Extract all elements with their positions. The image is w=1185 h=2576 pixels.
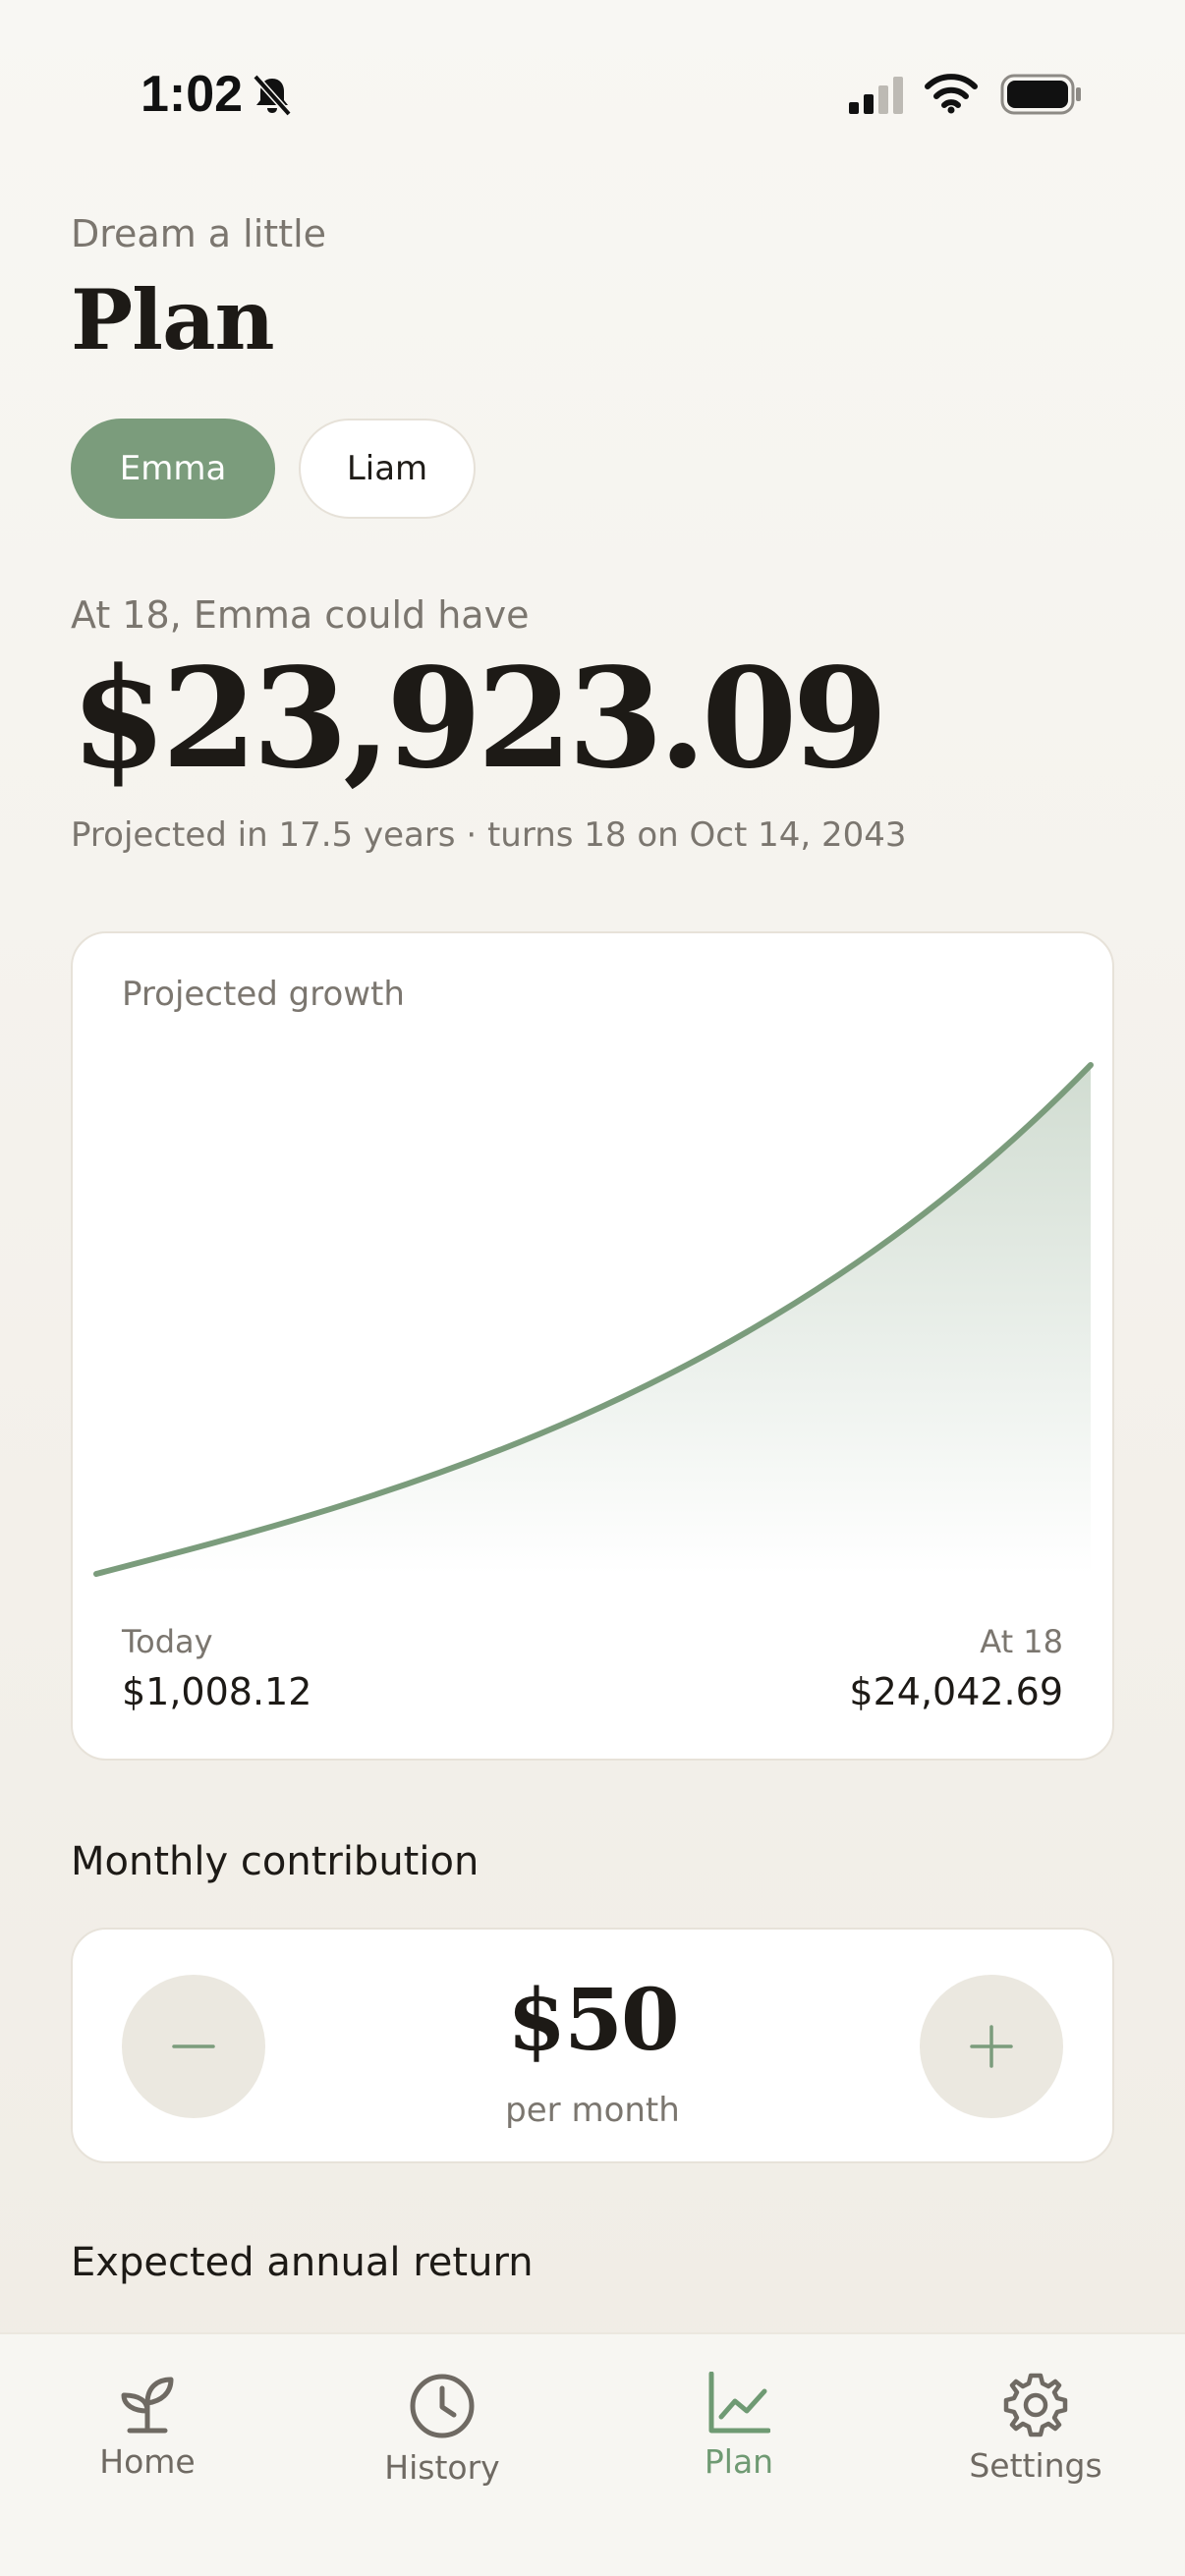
wifi-icon (924, 73, 979, 118)
tab-settings[interactable]: Settings (918, 2354, 1154, 2492)
growth-chart (93, 1062, 1094, 1577)
projected-growth-card: Projected growth Today $1,008.12 At 18 $… (71, 931, 1114, 1761)
expected-return-label: Expected annual return (71, 2240, 534, 2285)
tab-bar: Home History Plan Settings (0, 2332, 1185, 2576)
tab-plan-label: Plan (704, 2442, 774, 2481)
page-eyebrow: Dream a little (71, 212, 327, 255)
battery-icon (1000, 74, 1083, 119)
bell-slash-icon (250, 73, 295, 122)
clock-icon (410, 2374, 475, 2438)
chart-end-label: At 18 (980, 1623, 1063, 1660)
plus-icon (970, 2025, 1013, 2068)
tab-history-label: History (384, 2448, 500, 2487)
contribution-stepper: $50 per month (71, 1928, 1114, 2163)
chart-start-label: Today (122, 1623, 213, 1660)
monthly-contribution-label: Monthly contribution (71, 1839, 480, 1884)
projected-amount: $23,923.09 (71, 639, 888, 800)
status-time: 1:02 (141, 66, 244, 123)
projection-subheading: At 18, Emma could have (71, 593, 530, 637)
tab-plan[interactable]: Plan (621, 2354, 857, 2492)
increase-contribution-button[interactable] (920, 1975, 1063, 2118)
chart-start-value: $1,008.12 (122, 1670, 312, 1713)
gear-icon (1003, 2373, 1068, 2437)
tab-home[interactable]: Home (29, 2354, 265, 2492)
cellular-signal-icon (847, 77, 906, 120)
tab-home-label: Home (99, 2442, 196, 2481)
sprout-icon (121, 2377, 174, 2434)
page-title: Plan (71, 271, 275, 368)
child-chip-emma[interactable]: Emma (71, 419, 275, 519)
chart-line-icon (708, 2372, 770, 2434)
child-chip-liam[interactable]: Liam (299, 419, 476, 519)
chart-end-value: $24,042.69 (849, 1670, 1063, 1713)
growth-area (96, 1065, 1091, 1574)
tab-history[interactable]: History (324, 2354, 560, 2492)
tab-settings-label: Settings (969, 2446, 1102, 2485)
status-bar: 1:02 (0, 0, 1185, 187)
projection-note: Projected in 17.5 years · turns 18 on Oc… (71, 815, 907, 855)
